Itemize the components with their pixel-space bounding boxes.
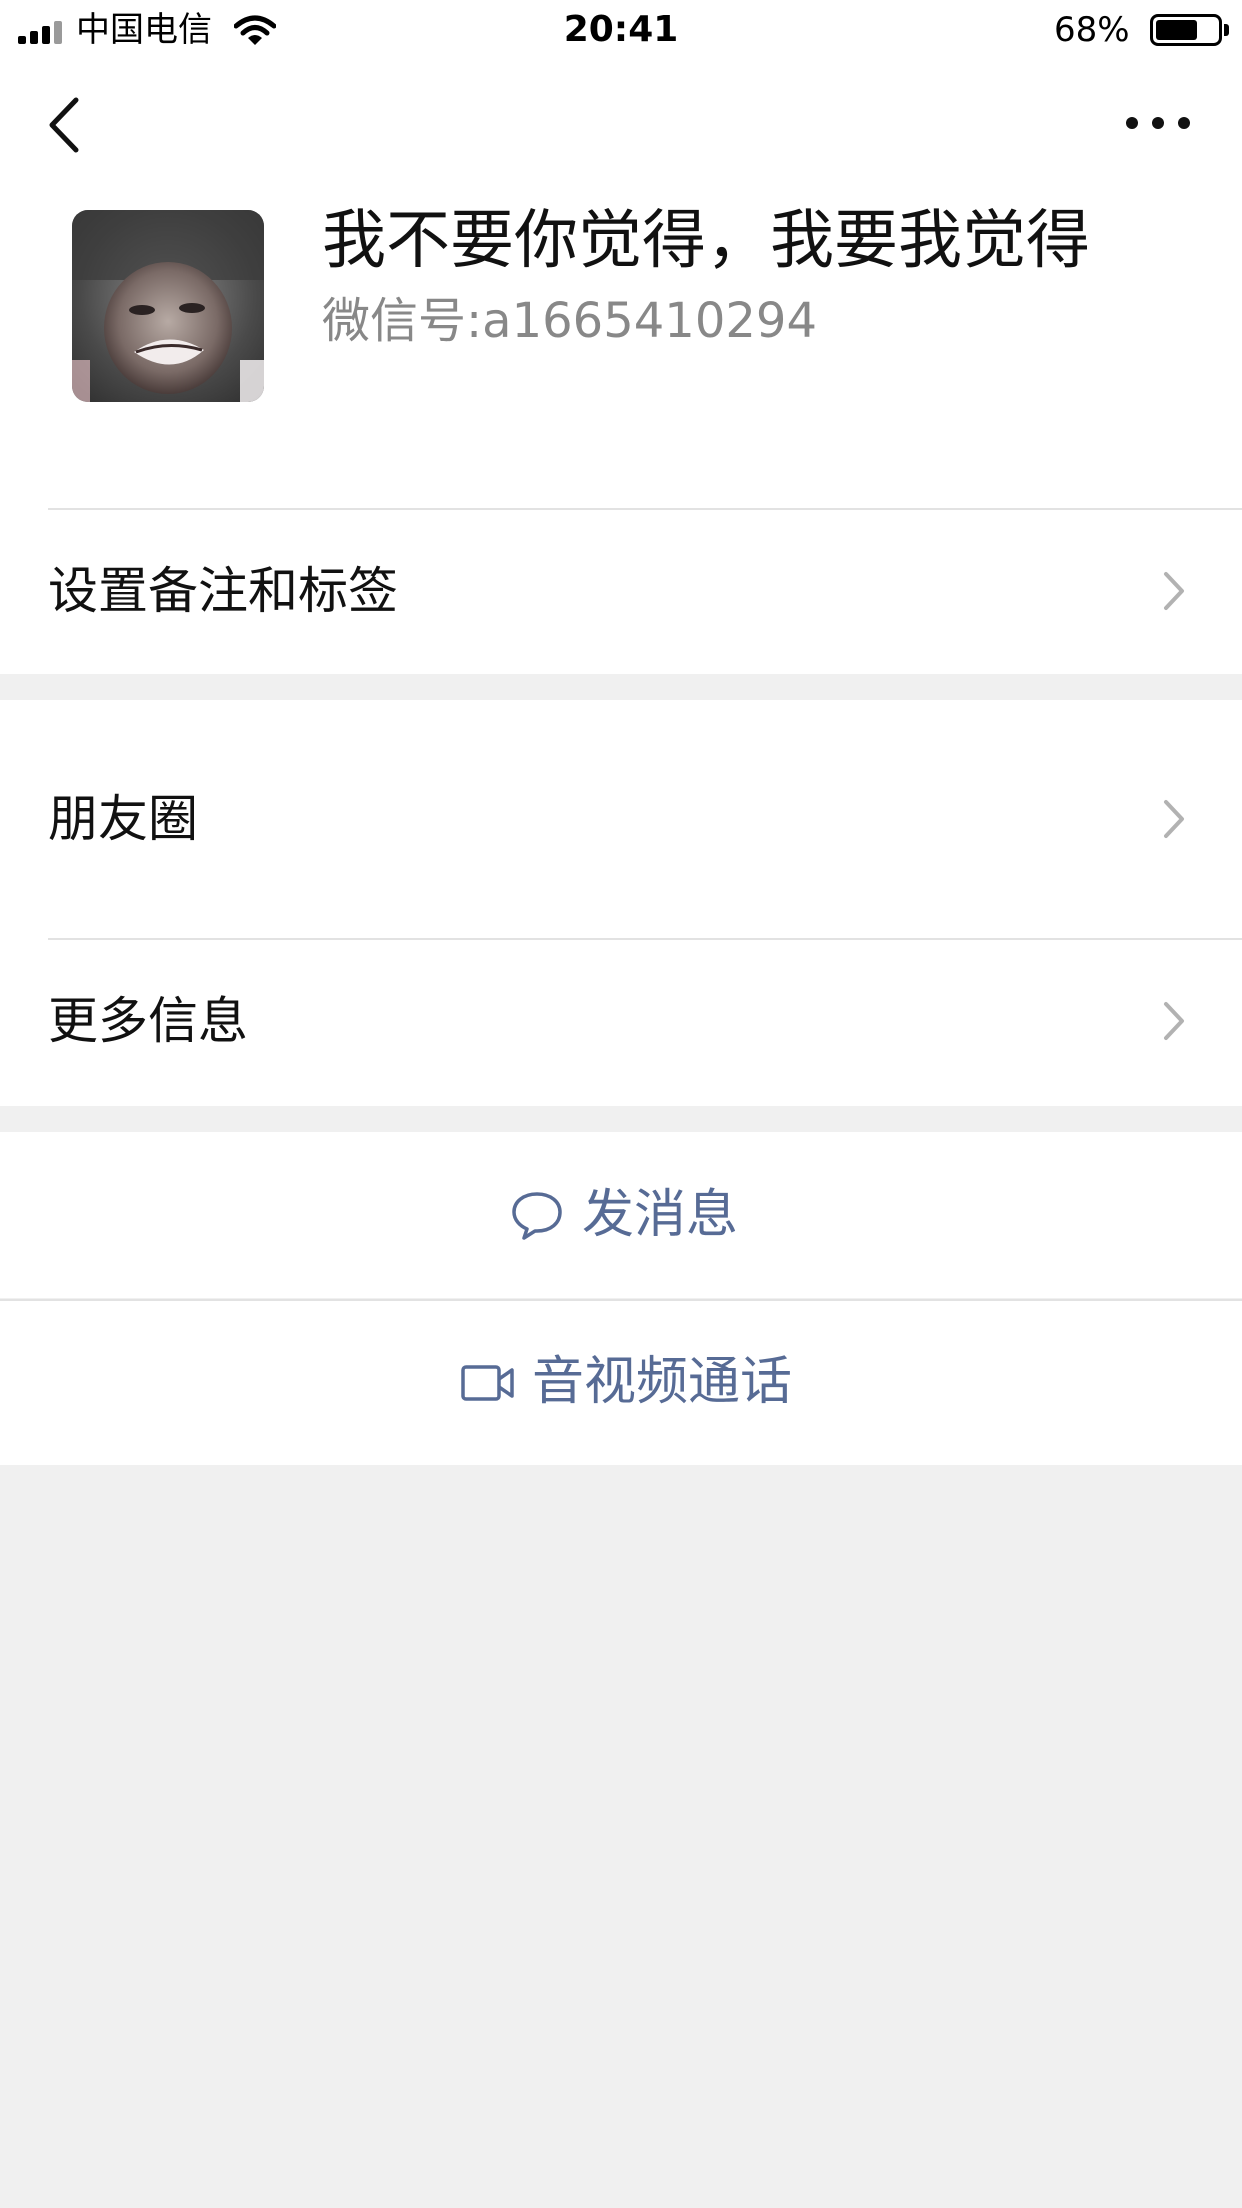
chat-bubble-icon — [512, 1192, 562, 1240]
status-bar: 中国电信 20:41 68% — [0, 0, 1242, 60]
profile-nickname: 我不要你觉得，我要我觉得 — [322, 204, 1090, 278]
video-camera-icon — [461, 1365, 514, 1401]
send-message-button[interactable]: 发消息 — [0, 1132, 1242, 1298]
profile-header: 我不要你觉得，我要我觉得 微信号:a1665410294 — [0, 190, 1242, 508]
moments-label: 朋友圈 — [48, 790, 198, 848]
ellipsis-icon[interactable] — [1120, 98, 1196, 148]
moments-row[interactable]: 朋友圈 — [0, 700, 1242, 938]
remark-tags-label: 设置备注和标签 — [48, 562, 398, 620]
battery-icon — [1150, 14, 1222, 46]
profile-wechat-id: 微信号:a1665410294 — [322, 293, 817, 349]
divider — [48, 938, 1242, 940]
more-info-row[interactable]: 更多信息 — [0, 938, 1242, 1106]
nav-bar — [0, 60, 1242, 190]
chevron-left-icon[interactable] — [36, 90, 96, 160]
chevron-right-icon — [1164, 572, 1184, 610]
av-call-button[interactable]: 音视频通话 — [0, 1299, 1242, 1465]
chevron-right-icon — [1164, 1002, 1184, 1040]
battery-percentage: 68% — [1054, 10, 1130, 50]
remark-tags-row[interactable]: 设置备注和标签 — [0, 508, 1242, 674]
av-call-label: 音视频通话 — [532, 1352, 793, 1412]
battery-level-fill — [1156, 20, 1197, 40]
send-message-label: 发消息 — [582, 1185, 739, 1245]
battery-cap — [1224, 24, 1229, 36]
divider — [48, 508, 1242, 510]
avatar[interactable] — [72, 210, 264, 402]
chevron-right-icon — [1164, 800, 1184, 838]
more-info-label: 更多信息 — [48, 992, 248, 1050]
